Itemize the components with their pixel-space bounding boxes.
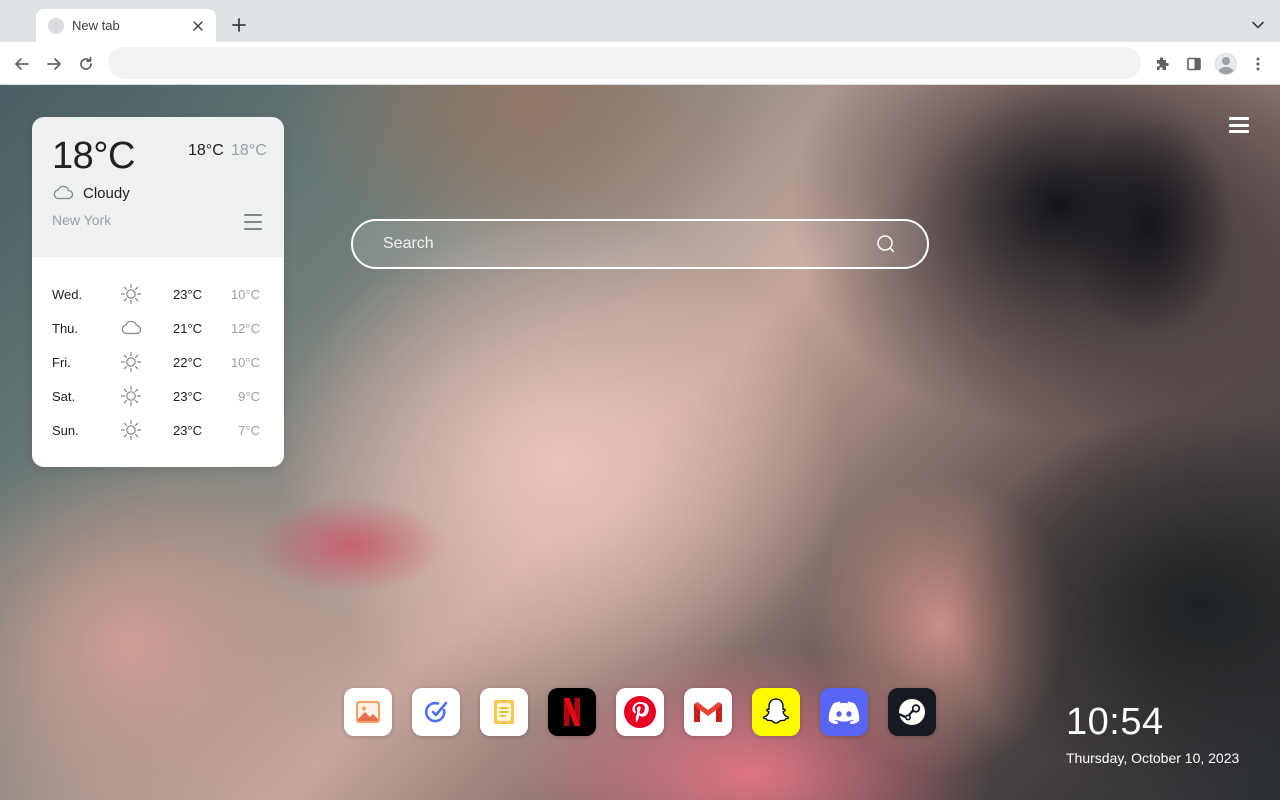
forecast-row: Sat. 23°C 9°C: [32, 379, 284, 413]
forecast-day: Wed.: [52, 287, 83, 302]
sun-icon: [120, 283, 142, 305]
forecast-low: 7°C: [238, 423, 260, 438]
new-tab-plus-icon[interactable]: [228, 14, 250, 36]
back-arrow-icon[interactable]: [8, 50, 36, 78]
extensions-puzzle-icon[interactable]: [1148, 50, 1176, 78]
tasks-app[interactable]: [412, 688, 460, 736]
search-icon[interactable]: [875, 233, 897, 255]
forecast-day: Thu.: [52, 321, 79, 336]
tab-title: New tab: [72, 18, 120, 33]
address-bar[interactable]: [108, 47, 1141, 79]
notepad-icon: [494, 700, 514, 724]
clock-date: Thursday, October 10, 2023: [1066, 750, 1240, 766]
current-temperature: 18°C: [52, 135, 135, 177]
profile-avatar-icon[interactable]: [1212, 50, 1240, 78]
netflix-icon: [564, 698, 580, 726]
clock-time: 10:54: [1066, 701, 1164, 743]
search-input[interactable]: [383, 235, 875, 253]
forecast-row: Fri. 22°C 10°C: [32, 345, 284, 379]
avatar: [1215, 53, 1237, 75]
forecast-day: Sat.: [52, 389, 76, 404]
discord-app[interactable]: [820, 688, 868, 736]
snapchat-app[interactable]: [752, 688, 800, 736]
weather-menu-icon[interactable]: [243, 213, 263, 231]
weather-widget: 18°C 18°C 18°C Cloudy New York Wed. 23°C…: [32, 117, 284, 467]
gmail-icon: [694, 702, 722, 722]
cloud-icon: [120, 317, 142, 339]
tab-new-tab[interactable]: New tab: [36, 9, 216, 42]
pinterest-app[interactable]: [616, 688, 664, 736]
new-tab-page: 18°C 18°C 18°C Cloudy New York Wed. 23°C…: [0, 85, 1280, 800]
forecast-row: Wed. 23°C 10°C: [32, 277, 284, 311]
forecast-high: 21°C: [173, 321, 203, 336]
pinterest-icon: [624, 696, 656, 728]
search-bar[interactable]: [351, 219, 929, 269]
app-dock: [344, 688, 936, 736]
weather-city: New York: [52, 212, 112, 228]
browser-menu-kebab-icon[interactable]: [1244, 50, 1272, 78]
sun-icon: [120, 419, 142, 441]
forecast-low: 12°C: [230, 321, 260, 336]
tab-search-chevron-down-icon[interactable]: [1248, 15, 1268, 35]
weather-current: 18°C 18°C 18°C Cloudy New York: [32, 117, 284, 257]
forecast-high: 23°C: [173, 389, 203, 404]
sun-icon: [120, 351, 142, 373]
forecast-low: 10°C: [230, 355, 260, 370]
forecast-low: 9°C: [238, 389, 260, 404]
today-high: 18°C: [188, 142, 224, 159]
forecast-row: Sun. 23°C 7°C: [32, 413, 284, 447]
weather-condition: Cloudy: [83, 185, 130, 202]
reload-icon[interactable]: [72, 50, 100, 78]
notes-app[interactable]: [480, 688, 528, 736]
side-panel-icon[interactable]: [1180, 50, 1208, 78]
address-input[interactable]: [124, 55, 1125, 71]
sun-icon: [120, 385, 142, 407]
image-icon: [356, 701, 380, 723]
gmail-app[interactable]: [684, 688, 732, 736]
forecast-high: 23°C: [173, 423, 203, 438]
close-tab-icon[interactable]: [190, 18, 206, 34]
weather-forecast: Wed. 23°C 10°C Thu. 21°C 12°C Fri. 22°C …: [32, 257, 284, 467]
today-low: 18°C: [231, 142, 267, 159]
steam-app[interactable]: [888, 688, 936, 736]
netflix-app[interactable]: [548, 688, 596, 736]
snapchat-icon: [762, 698, 790, 724]
forecast-high: 23°C: [173, 287, 203, 302]
forecast-day: Sun.: [52, 423, 79, 438]
forecast-low: 10°C: [230, 287, 260, 302]
check-pen-icon: [424, 701, 448, 723]
forecast-day: Fri.: [52, 355, 71, 370]
forecast-row: Thu. 21°C 12°C: [32, 311, 284, 345]
tab-strip: New tab: [0, 0, 1280, 42]
discord-icon: [828, 701, 860, 724]
page-menu-hamburger-icon[interactable]: [1229, 117, 1249, 133]
steam-icon: [898, 699, 925, 725]
tab-favicon-icon: [48, 17, 64, 34]
forecast-high: 22°C: [173, 355, 203, 370]
photos-app[interactable]: [344, 688, 392, 736]
browser-toolbar: [0, 42, 1280, 85]
cloud-icon: [52, 184, 74, 200]
forward-arrow-icon[interactable]: [40, 50, 68, 78]
